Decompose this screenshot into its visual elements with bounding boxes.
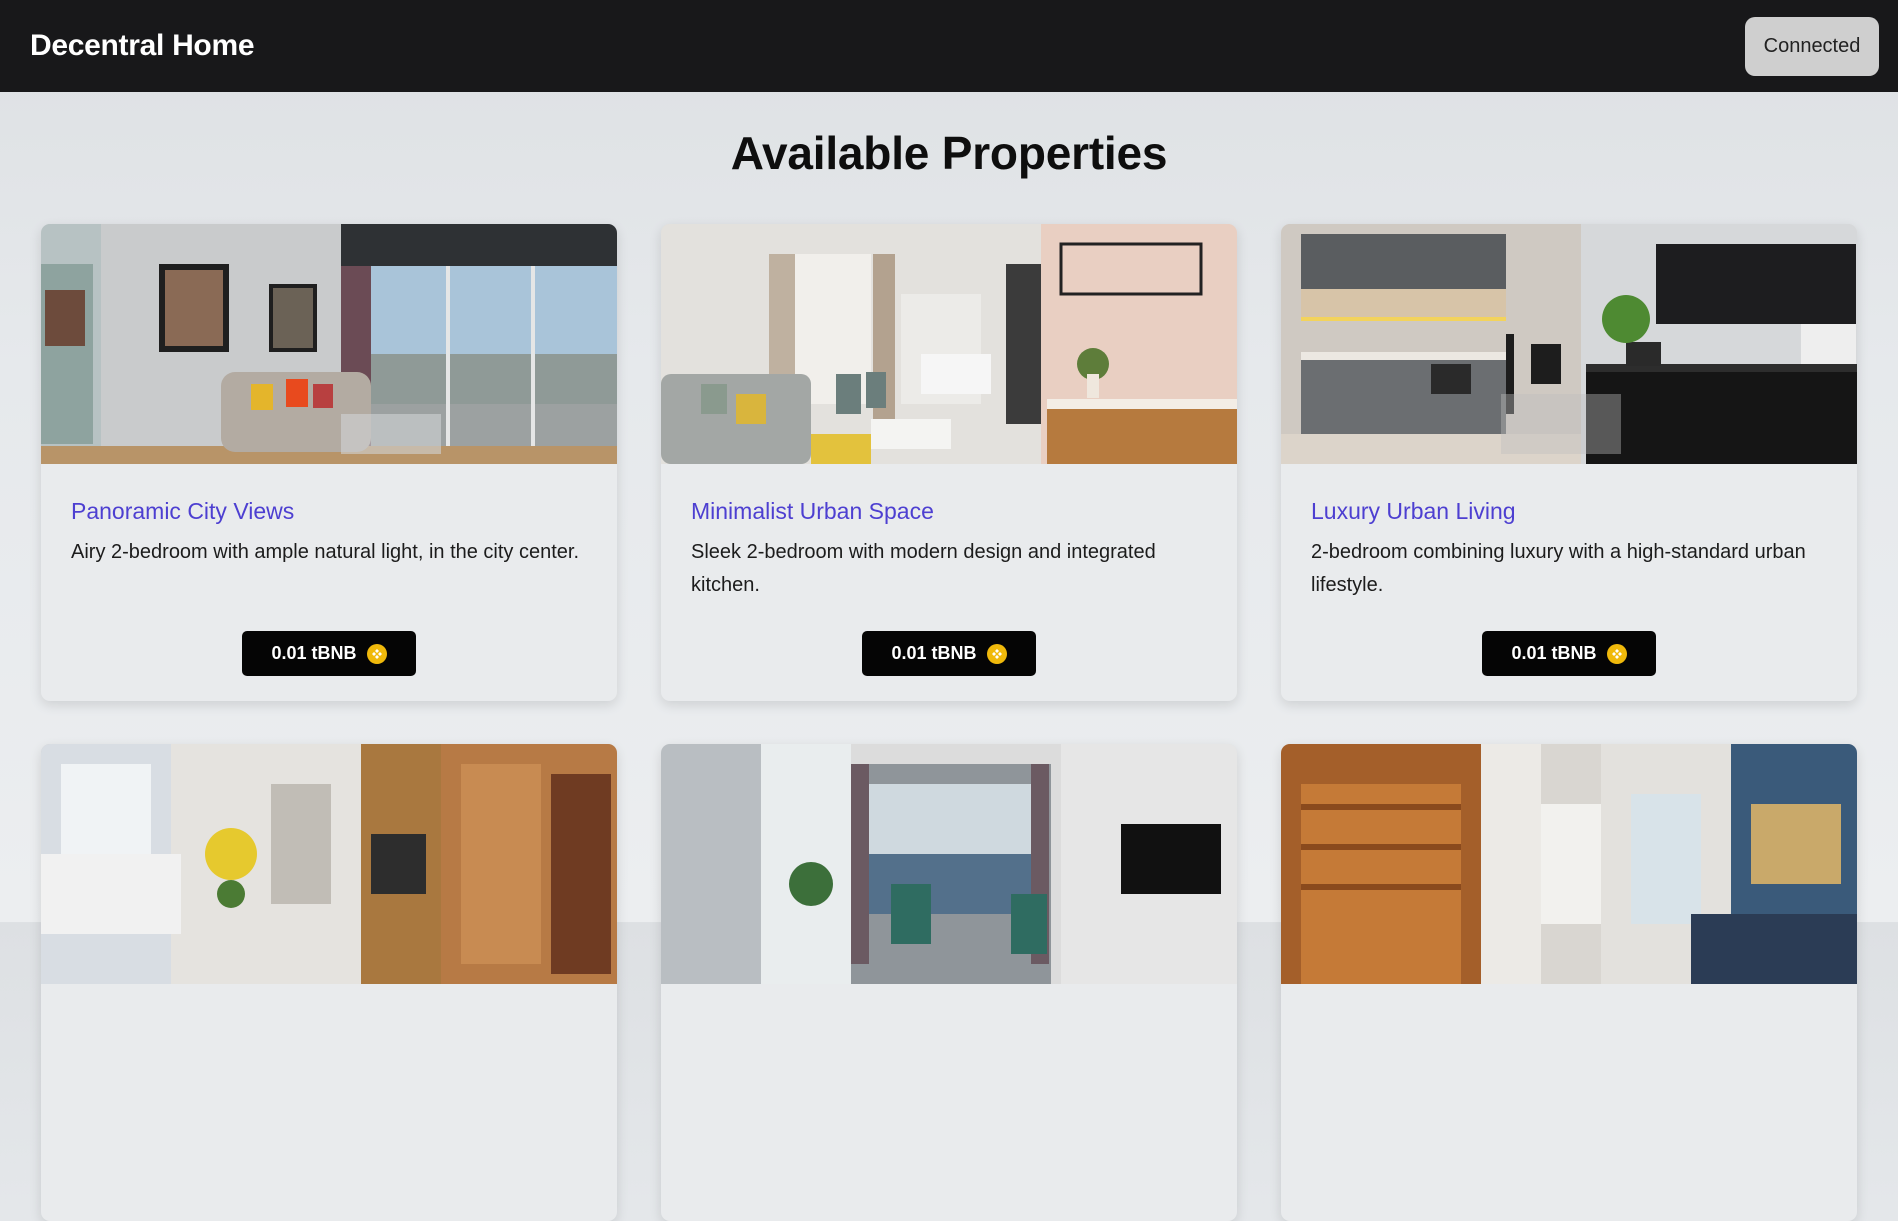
property-image[interactable] xyxy=(1281,224,1857,464)
property-card[interactable]: Minimalist Urban Space Sleek 2-bedroom w… xyxy=(661,224,1237,701)
property-title[interactable]: Panoramic City Views xyxy=(71,498,587,525)
price-label: 0.01 tBNB xyxy=(891,643,977,663)
bnb-coin-icon xyxy=(986,643,1007,664)
property-image[interactable] xyxy=(41,224,617,464)
bnb-coin-icon xyxy=(1606,643,1627,664)
property-grid: Panoramic City Views Airy 2-bedroom with… xyxy=(41,224,1857,1221)
property-description: Sleek 2-bedroom with modern design and i… xyxy=(691,541,1156,596)
property-title[interactable]: Minimalist Urban Space xyxy=(691,498,1207,525)
price-label: 0.01 tBNB xyxy=(271,643,357,663)
navbar: Decentral Home Connected xyxy=(0,0,1898,92)
brand-title[interactable]: Decentral Home xyxy=(30,29,255,63)
property-card[interactable] xyxy=(661,744,1237,1221)
bnb-coin-icon xyxy=(366,643,387,664)
property-image[interactable] xyxy=(661,744,1237,984)
property-image[interactable] xyxy=(661,224,1237,464)
price-label: 0.01 tBNB xyxy=(1511,643,1597,663)
property-image[interactable] xyxy=(41,744,617,984)
property-description: Airy 2-bedroom with ample natural light,… xyxy=(71,541,580,563)
property-description: 2-bedroom combining luxury with a high-s… xyxy=(1311,541,1806,596)
property-card[interactable] xyxy=(41,744,617,1221)
property-card[interactable]: Luxury Urban Living 2-bedroom combining … xyxy=(1281,224,1857,701)
property-title[interactable]: Luxury Urban Living xyxy=(1311,498,1827,525)
buy-price-button[interactable]: 0.01 tBNB xyxy=(1482,631,1656,676)
property-card[interactable]: Panoramic City Views Airy 2-bedroom with… xyxy=(41,224,617,701)
wallet-connect-button[interactable]: Connected xyxy=(1745,16,1879,76)
page-title: Available Properties xyxy=(730,127,1168,179)
property-card[interactable] xyxy=(1281,744,1857,1221)
buy-price-button[interactable]: 0.01 tBNB xyxy=(862,631,1036,676)
buy-price-button[interactable]: 0.01 tBNB xyxy=(242,631,416,676)
property-image[interactable] xyxy=(1281,744,1857,984)
